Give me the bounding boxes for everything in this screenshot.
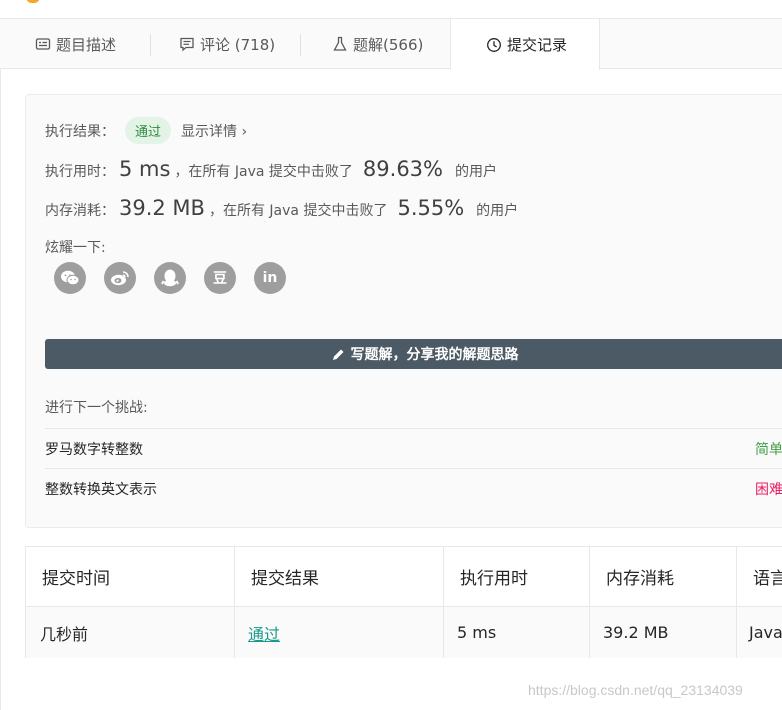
logo-icon [26, 0, 40, 3]
wechat-icon[interactable] [54, 262, 86, 294]
memory-percent: 5.55% [397, 196, 465, 220]
header-runtime: 执行用时 [444, 547, 590, 606]
header-result: 提交结果 [235, 547, 444, 606]
linkedin-glyph: in [262, 270, 278, 286]
pencil-icon [332, 349, 343, 360]
top-strip [0, 0, 782, 18]
tab-label: 评论 (718) [200, 35, 276, 54]
header-memory: 内存消耗 [590, 547, 737, 606]
cell-memory: 39.2 MB [590, 607, 737, 658]
result-link[interactable]: 通过 [248, 621, 280, 645]
share-icons: 豆 in [54, 262, 304, 294]
show-details-link[interactable]: 显示详情 › [181, 121, 247, 141]
runtime-value: 5 ms [119, 157, 171, 181]
tab-label: 题目描述 [56, 35, 117, 54]
result-label: 执行结果： [45, 123, 115, 140]
difficulty-badge: 困难 [755, 481, 782, 498]
status-badge: 通过 [125, 117, 172, 144]
tab-label: 题解(566) [353, 35, 424, 54]
difficulty-badge: 简单 [755, 441, 782, 458]
share-label: 炫耀一下: [45, 240, 106, 256]
tab-divider [300, 34, 301, 56]
left-border [0, 69, 1, 710]
memory-label: 内存消耗： [45, 203, 115, 219]
memory-suffix: 的用户 [476, 203, 519, 219]
table-header: 提交时间 提交结果 执行用时 内存消耗 语言 [26, 547, 782, 607]
runtime-mid-text: ，在所有 Java 提交中击败了 [174, 164, 353, 180]
write-solution-button[interactable]: 写题解，分享我的解题思路 [45, 339, 782, 369]
tab-description[interactable]: 题目描述 [35, 19, 116, 69]
header-language: 语言 [753, 569, 782, 589]
challenge-title: 罗马数字转整数 [45, 441, 143, 458]
clock-icon [487, 37, 501, 52]
qq-icon[interactable] [154, 262, 186, 294]
cell-result[interactable]: 通过 [235, 607, 444, 658]
memory-value: 39.2 MB [119, 196, 205, 220]
runtime-label: 执行用时： [45, 164, 115, 180]
tab-bar: 题目描述 评论 (718) 题解(566) 提交记录 [0, 18, 782, 70]
write-solution-label: 写题解，分享我的解题思路 [350, 347, 519, 363]
flask-icon [333, 36, 347, 51]
memory-row: 内存消耗： 39.2 MB ，在所有 Java 提交中击败了 5.55% 的用户 [45, 196, 518, 220]
douban-glyph: 豆 [213, 271, 227, 287]
challenge-title: 整数转换英文表示 [45, 481, 157, 498]
challenge-item[interactable]: 罗马数字转整数 简单 [45, 428, 782, 468]
challenge-item[interactable]: 整数转换英文表示 困难 [45, 468, 782, 508]
result-row: 执行结果： 通过 显示详情 › [45, 117, 247, 144]
comment-icon [180, 37, 194, 52]
runtime-percent: 89.63% [362, 157, 443, 181]
tab-label: 提交记录 [507, 36, 568, 54]
next-challenge-label: 进行下一个挑战: [45, 400, 148, 416]
description-icon [35, 38, 51, 50]
linkedin-icon[interactable]: in [254, 262, 286, 294]
runtime-suffix: 的用户 [455, 164, 497, 180]
header-time: 提交时间 [26, 547, 235, 606]
runtime-row: 执行用时： 5 ms ，在所有 Java 提交中击败了 89.63% 的用户 [45, 157, 497, 181]
table-row: 几秒前 通过 5 ms 39.2 MB Java [26, 607, 782, 658]
cell-language: Java [749, 623, 782, 642]
cell-time: 几秒前 [26, 607, 235, 658]
weibo-icon[interactable] [104, 262, 136, 294]
submissions-table: 提交时间 提交结果 执行用时 内存消耗 语言 几秒前 通过 5 ms 39.2 … [25, 546, 782, 658]
cell-runtime: 5 ms [444, 607, 590, 658]
tab-solutions[interactable]: 题解(566) [332, 19, 423, 69]
share-row: 炫耀一下: [45, 237, 106, 257]
memory-mid-text: ，在所有 Java 提交中击败了 [208, 203, 388, 219]
tab-divider [150, 34, 151, 56]
douban-icon[interactable]: 豆 [204, 262, 236, 294]
watermark: https://blog.csdn.net/qq_23134039 [528, 682, 743, 698]
tab-comments[interactable]: 评论 (718) [179, 19, 275, 69]
result-panel: 执行结果： 通过 显示详情 › 执行用时： 5 ms ，在所有 Java 提交中… [25, 94, 782, 528]
tab-submissions[interactable]: 提交记录 [450, 19, 600, 70]
